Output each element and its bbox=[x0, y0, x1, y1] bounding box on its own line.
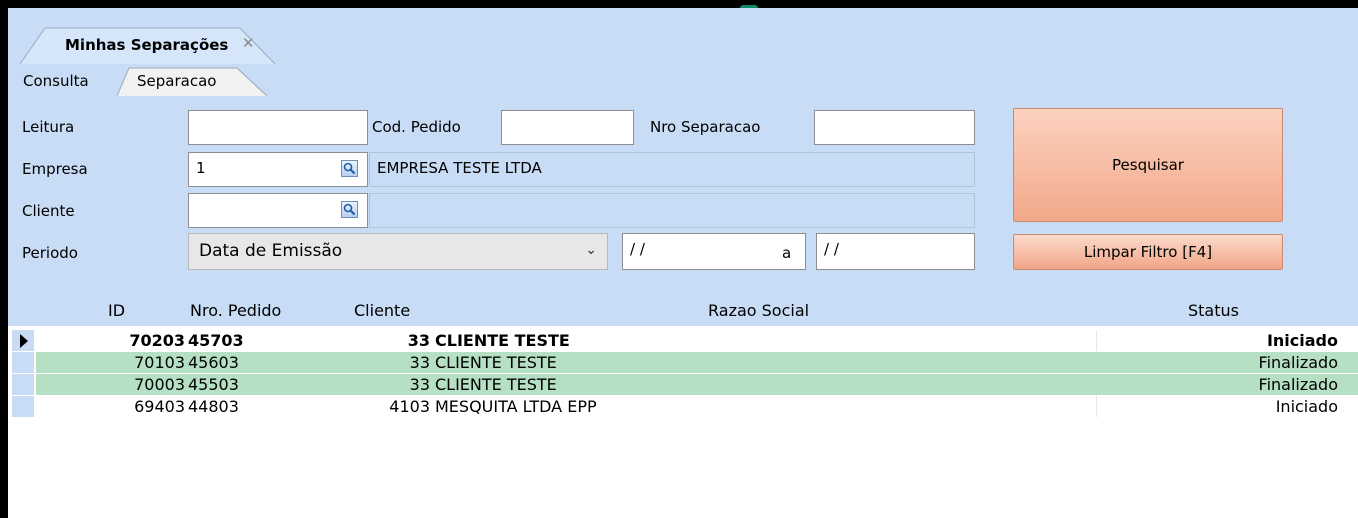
tab-consulta-label: Consulta bbox=[23, 72, 89, 90]
cod-pedido-label: Cod. Pedido bbox=[372, 118, 461, 136]
cell-status: Finalizado bbox=[1258, 353, 1338, 372]
tab-consulta[interactable]: Consulta bbox=[8, 66, 123, 94]
cell-id: 70003 bbox=[134, 375, 185, 394]
tab-label: Minhas Separações bbox=[65, 36, 229, 54]
cell-status: Iniciado bbox=[1266, 331, 1338, 350]
table-row[interactable]: 69403 44803 4103 MESQUITA LTDA EPP Inici… bbox=[8, 396, 1358, 417]
tab-separacao-label: Separacao bbox=[137, 72, 217, 90]
window-frame-left bbox=[0, 0, 8, 518]
cell-cliente: 4103 bbox=[389, 397, 430, 416]
periodo-select[interactable]: Data de Emissão ⌄ bbox=[188, 233, 608, 270]
cod-pedido-input[interactable] bbox=[501, 110, 634, 145]
cell-pedido: 45703 bbox=[188, 331, 244, 350]
row-indicator bbox=[12, 374, 34, 395]
cliente-search-icon[interactable] bbox=[341, 201, 358, 218]
cell-id: 70103 bbox=[134, 353, 185, 372]
tab-minhas-separacoes[interactable]: Minhas Separações ✕ bbox=[20, 26, 275, 64]
clear-filter-button-label: Limpar Filtro [F4] bbox=[1083, 243, 1213, 261]
empresa-search-icon[interactable] bbox=[341, 160, 358, 177]
leitura-input[interactable] bbox=[188, 110, 368, 145]
date-separator: a bbox=[782, 244, 792, 262]
search-button[interactable]: Pesquisar bbox=[1013, 108, 1283, 222]
cell-status: Finalizado bbox=[1258, 375, 1338, 394]
cell-pedido: 45603 bbox=[188, 353, 239, 372]
search-button-label: Pesquisar bbox=[1112, 156, 1184, 174]
current-row-arrow-icon bbox=[20, 334, 28, 348]
cell-razao-social: CLIENTE TESTE bbox=[435, 375, 557, 394]
cell-id: 69403 bbox=[134, 397, 185, 416]
date-to-input[interactable]: / / bbox=[816, 233, 975, 270]
row-indicator bbox=[12, 352, 34, 373]
clear-filter-button[interactable]: Limpar Filtro [F4] bbox=[1013, 234, 1283, 270]
periodo-selected-value: Data de Emissão bbox=[199, 241, 343, 261]
cell-pedido: 44803 bbox=[188, 397, 239, 416]
cell-razao-social: CLIENTE TESTE bbox=[435, 353, 557, 372]
column-header-cliente[interactable]: Cliente bbox=[354, 301, 410, 320]
periodo-label: Periodo bbox=[22, 244, 78, 262]
nro-separacao-label: Nro Separacao bbox=[650, 118, 761, 136]
cell-pedido: 45503 bbox=[188, 375, 239, 394]
column-header-pedido[interactable]: Nro. Pedido bbox=[190, 301, 281, 320]
date-from-input[interactable]: / / bbox=[622, 233, 806, 270]
cell-razao-social: MESQUITA LTDA EPP bbox=[435, 397, 597, 416]
empresa-label: Empresa bbox=[22, 160, 88, 178]
column-header-id[interactable]: ID bbox=[108, 301, 125, 320]
nro-separacao-input[interactable] bbox=[814, 110, 975, 145]
table-row[interactable]: 70103 45603 33 CLIENTE TESTE Finalizado bbox=[8, 352, 1358, 373]
column-header-status[interactable]: Status bbox=[1188, 301, 1239, 320]
grid-header: ID Nro. Pedido Cliente Razao Social Stat… bbox=[8, 296, 1358, 326]
tab-separacao[interactable]: Separacao bbox=[117, 66, 267, 96]
cell-cliente: 33 bbox=[409, 375, 430, 394]
leitura-label: Leitura bbox=[22, 118, 75, 136]
empresa-name-field: EMPRESA TESTE LTDA bbox=[369, 152, 975, 187]
table-row[interactable]: 70203 45703 33 CLIENTE TESTE Iniciado bbox=[8, 330, 1358, 351]
cell-id: 70203 bbox=[129, 331, 185, 350]
window-frame-top bbox=[0, 0, 1358, 8]
chevron-down-icon: ⌄ bbox=[585, 242, 597, 258]
cliente-name-field bbox=[369, 193, 975, 228]
column-divider bbox=[1096, 396, 1097, 417]
cliente-label: Cliente bbox=[22, 202, 75, 220]
cell-razao-social: CLIENTE TESTE bbox=[435, 331, 570, 350]
table-row[interactable]: 70003 45503 33 CLIENTE TESTE Finalizado bbox=[8, 374, 1358, 395]
cell-cliente: 33 bbox=[407, 331, 430, 350]
cell-cliente: 33 bbox=[409, 353, 430, 372]
column-header-razao-social[interactable]: Razao Social bbox=[708, 301, 809, 320]
column-divider bbox=[1096, 330, 1097, 351]
row-indicator bbox=[12, 396, 34, 417]
cell-status: Iniciado bbox=[1275, 397, 1338, 416]
close-icon[interactable]: ✕ bbox=[242, 34, 255, 52]
